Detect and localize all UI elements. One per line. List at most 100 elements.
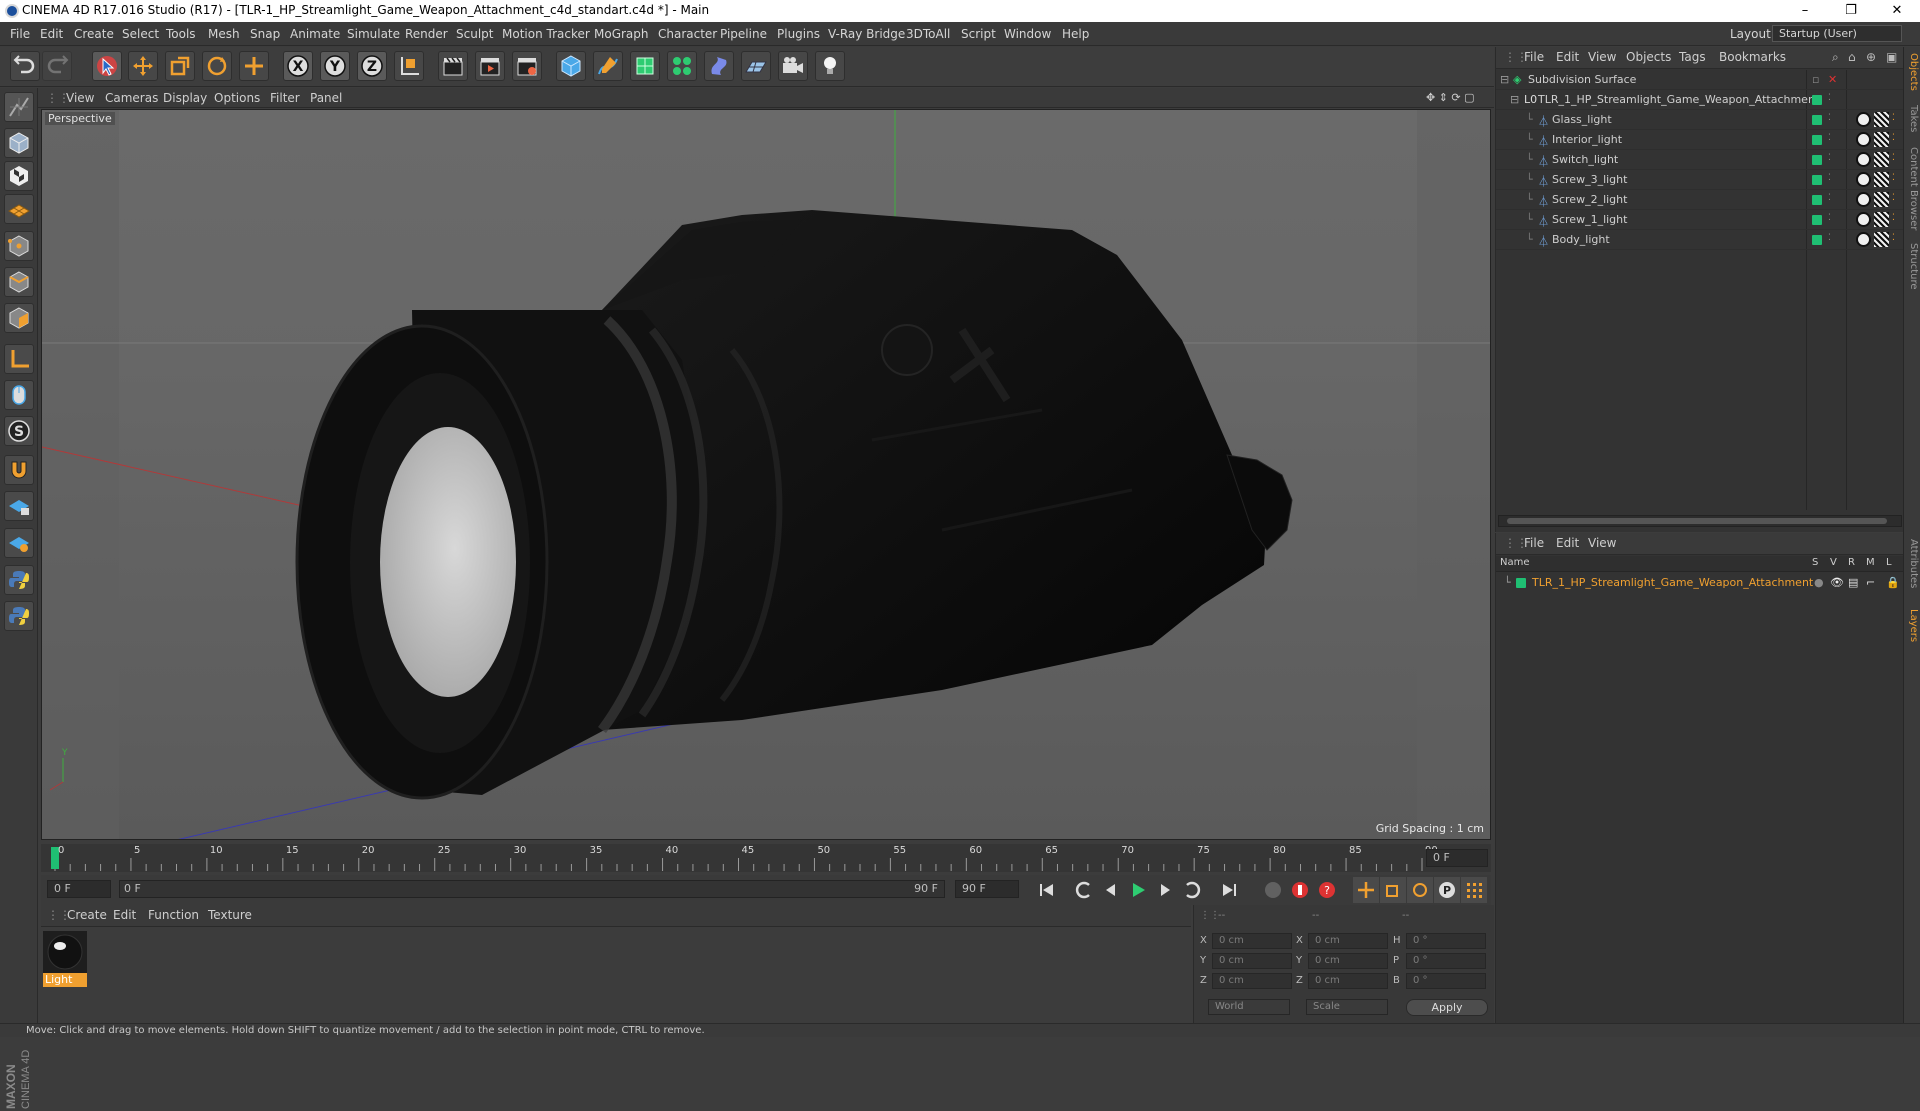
snap-button[interactable] xyxy=(4,455,34,485)
om-menu-tags[interactable]: Tags xyxy=(1679,50,1706,64)
tag-overflow-icon[interactable]: ⁚ xyxy=(1892,213,1895,223)
side-tab-objects[interactable]: Objects xyxy=(1906,53,1919,91)
python-console-button[interactable] xyxy=(4,601,34,631)
material-menu-create[interactable]: Create xyxy=(67,908,107,922)
recent-tool-button[interactable] xyxy=(239,51,269,81)
lm-menu-view[interactable]: View xyxy=(1588,536,1616,550)
viewport-menu-panel[interactable]: Panel xyxy=(310,91,342,105)
minimize-button[interactable]: – xyxy=(1782,0,1828,22)
visibility-dots-icon[interactable]: ⁚ xyxy=(1828,173,1831,183)
column-view-header[interactable]: V xyxy=(1830,557,1837,568)
side-tab-layers[interactable]: Layers xyxy=(1906,609,1919,642)
end-frame-field[interactable]: 90 F xyxy=(955,880,1019,898)
menu-pipeline[interactable]: Pipeline xyxy=(720,27,767,41)
object-row-screw-3-light[interactable]: └ ⏃ Screw_3_light ⁚ ⁚ xyxy=(1496,170,1904,190)
layer-lock-icon[interactable]: 🔒 xyxy=(1886,576,1900,589)
undo-button[interactable] xyxy=(10,51,40,81)
rotate-tool-button[interactable] xyxy=(202,51,232,81)
menu-file[interactable]: File xyxy=(10,27,30,41)
column-render-header[interactable]: R xyxy=(1848,557,1855,568)
om-menu-file[interactable]: File xyxy=(1524,50,1544,64)
select-tool-button[interactable] xyxy=(92,51,122,81)
material-tag-icon[interactable] xyxy=(1856,112,1871,127)
menu-plugins[interactable]: Plugins xyxy=(777,27,820,41)
go-to-end-button[interactable] xyxy=(1216,877,1242,903)
material-menu-texture[interactable]: Texture xyxy=(208,908,252,922)
side-tab-takes[interactable]: Takes xyxy=(1906,105,1919,132)
z-axis-lock-button[interactable]: Z xyxy=(357,51,387,81)
material-tag-icon[interactable] xyxy=(1856,212,1871,227)
om-menu-bookmarks[interactable]: Bookmarks xyxy=(1719,50,1786,64)
maximize-button[interactable]: ❐ xyxy=(1828,0,1874,22)
current-frame-field[interactable]: 0 F xyxy=(1426,849,1488,867)
column-name-header[interactable]: Name xyxy=(1500,557,1530,568)
material-tag-icon[interactable] xyxy=(1856,192,1871,207)
menu-character[interactable]: Character xyxy=(658,27,717,41)
3d-viewport[interactable]: Y Perspective Grid Spacing : 1 cm xyxy=(41,109,1491,840)
om-menu-objects[interactable]: Objects xyxy=(1626,50,1671,64)
object-row-screw-2-light[interactable]: └ ⏃ Screw_2_light ⁚ ⁚ xyxy=(1496,190,1904,210)
add-deformer-button[interactable] xyxy=(704,51,734,81)
next-frame-button[interactable] xyxy=(1152,877,1178,903)
menu-edit[interactable]: Edit xyxy=(40,27,63,41)
layer-render-icon[interactable]: ▤ xyxy=(1848,576,1858,589)
viewport-nav-icons[interactable]: ✥ ⇕ ⟳ ▢ xyxy=(1426,91,1475,104)
tweak-mode-button[interactable] xyxy=(4,380,34,410)
polygons-mode-button[interactable] xyxy=(4,303,34,333)
menu-script[interactable]: Script xyxy=(961,27,996,41)
object-row-group[interactable]: ⊟ L0 TLR_1_HP_Streamlight_Game_Weapon_At… xyxy=(1496,90,1904,110)
texture-tag-icon[interactable] xyxy=(1874,192,1889,207)
om-menu-view[interactable]: View xyxy=(1588,50,1616,64)
object-row-screw-1-light[interactable]: └ ⏃ Screw_1_light ⁚ ⁚ xyxy=(1496,210,1904,230)
lm-menu-file[interactable]: File xyxy=(1524,536,1544,550)
lock-workplane-button[interactable] xyxy=(4,491,34,521)
add-cube-button[interactable] xyxy=(556,51,586,81)
planar-workplane-button[interactable] xyxy=(4,528,34,558)
menu-motion-tracker[interactable]: Motion Tracker xyxy=(502,27,590,41)
layer-name[interactable]: TLR_1_HP_Streamlight_Game_Weapon_Attachm… xyxy=(1532,576,1813,589)
visibility-dots-icon[interactable]: ⁚ xyxy=(1828,213,1831,223)
menu-render[interactable]: Render xyxy=(405,27,448,41)
column-manager-header[interactable]: M xyxy=(1866,557,1875,568)
layer-eye-icon[interactable]: 👁 xyxy=(1830,576,1844,589)
add-light-button[interactable] xyxy=(815,51,845,81)
scale-tool-button[interactable] xyxy=(165,51,195,81)
visibility-dots-icon[interactable]: ⁚ xyxy=(1828,133,1831,143)
coordinate-mode-dropdown[interactable]: World xyxy=(1208,999,1290,1015)
previous-key-button[interactable] xyxy=(1071,877,1097,903)
viewport-menu-options[interactable]: Options xyxy=(214,91,260,105)
visibility-toggle-icon[interactable]: ▫ xyxy=(1812,73,1819,86)
menu-vray-bridge[interactable]: V-Ray Bridge xyxy=(828,27,905,41)
texture-tag-icon[interactable] xyxy=(1874,232,1889,247)
size-x-field[interactable]: 0 cm xyxy=(1308,933,1388,949)
tag-overflow-icon[interactable]: ⁚ xyxy=(1892,173,1895,183)
frame-range-slider[interactable]: 0 F 90 F xyxy=(119,880,945,898)
filter-icon[interactable]: ⊕ xyxy=(1866,50,1876,64)
tree-toggle-icon[interactable]: ⊟ xyxy=(1500,73,1509,86)
coordinate-system-button[interactable] xyxy=(394,51,424,81)
render-to-picture-viewer-button[interactable] xyxy=(475,51,505,81)
add-subdivision-button[interactable] xyxy=(630,51,660,81)
previous-frame-button[interactable] xyxy=(1098,877,1124,903)
axis-mode-button[interactable] xyxy=(4,344,34,374)
apply-button[interactable]: Apply xyxy=(1406,999,1488,1016)
add-mograph-button[interactable] xyxy=(667,51,697,81)
texture-tag-icon[interactable] xyxy=(1874,152,1889,167)
home-icon[interactable]: ⌂ xyxy=(1848,50,1856,64)
visibility-dots-icon[interactable]: ⁚ xyxy=(1828,153,1831,163)
object-row-switch-light[interactable]: └ ⏃ Switch_light ⁚ ⁚ xyxy=(1496,150,1904,170)
visibility-dots-icon[interactable]: ⁚ xyxy=(1828,233,1831,243)
layout-dropdown[interactable]: Startup (User) xyxy=(1772,25,1902,42)
keyframe-selection-button[interactable]: ? xyxy=(1314,877,1340,903)
start-frame-field[interactable]: 0 F xyxy=(47,880,111,898)
tag-overflow-icon[interactable]: ⁚ xyxy=(1892,133,1895,143)
menu-3dtoall[interactable]: 3DToAll xyxy=(906,27,950,41)
object-row-subdivision[interactable]: ⊟ ◈ Subdivision Surface ▫ ✕ xyxy=(1496,70,1904,90)
pos-z-field[interactable]: 0 cm xyxy=(1212,973,1292,989)
visibility-dots-icon[interactable]: ⁚ xyxy=(1828,113,1831,123)
play-button[interactable] xyxy=(1125,877,1151,903)
menu-select[interactable]: Select xyxy=(122,27,159,41)
object-row-interior-light[interactable]: └ ⏃ Interior_light ⁚ ⁚ xyxy=(1496,130,1904,150)
texture-tag-icon[interactable] xyxy=(1874,172,1889,187)
y-axis-lock-button[interactable]: Y xyxy=(320,51,350,81)
